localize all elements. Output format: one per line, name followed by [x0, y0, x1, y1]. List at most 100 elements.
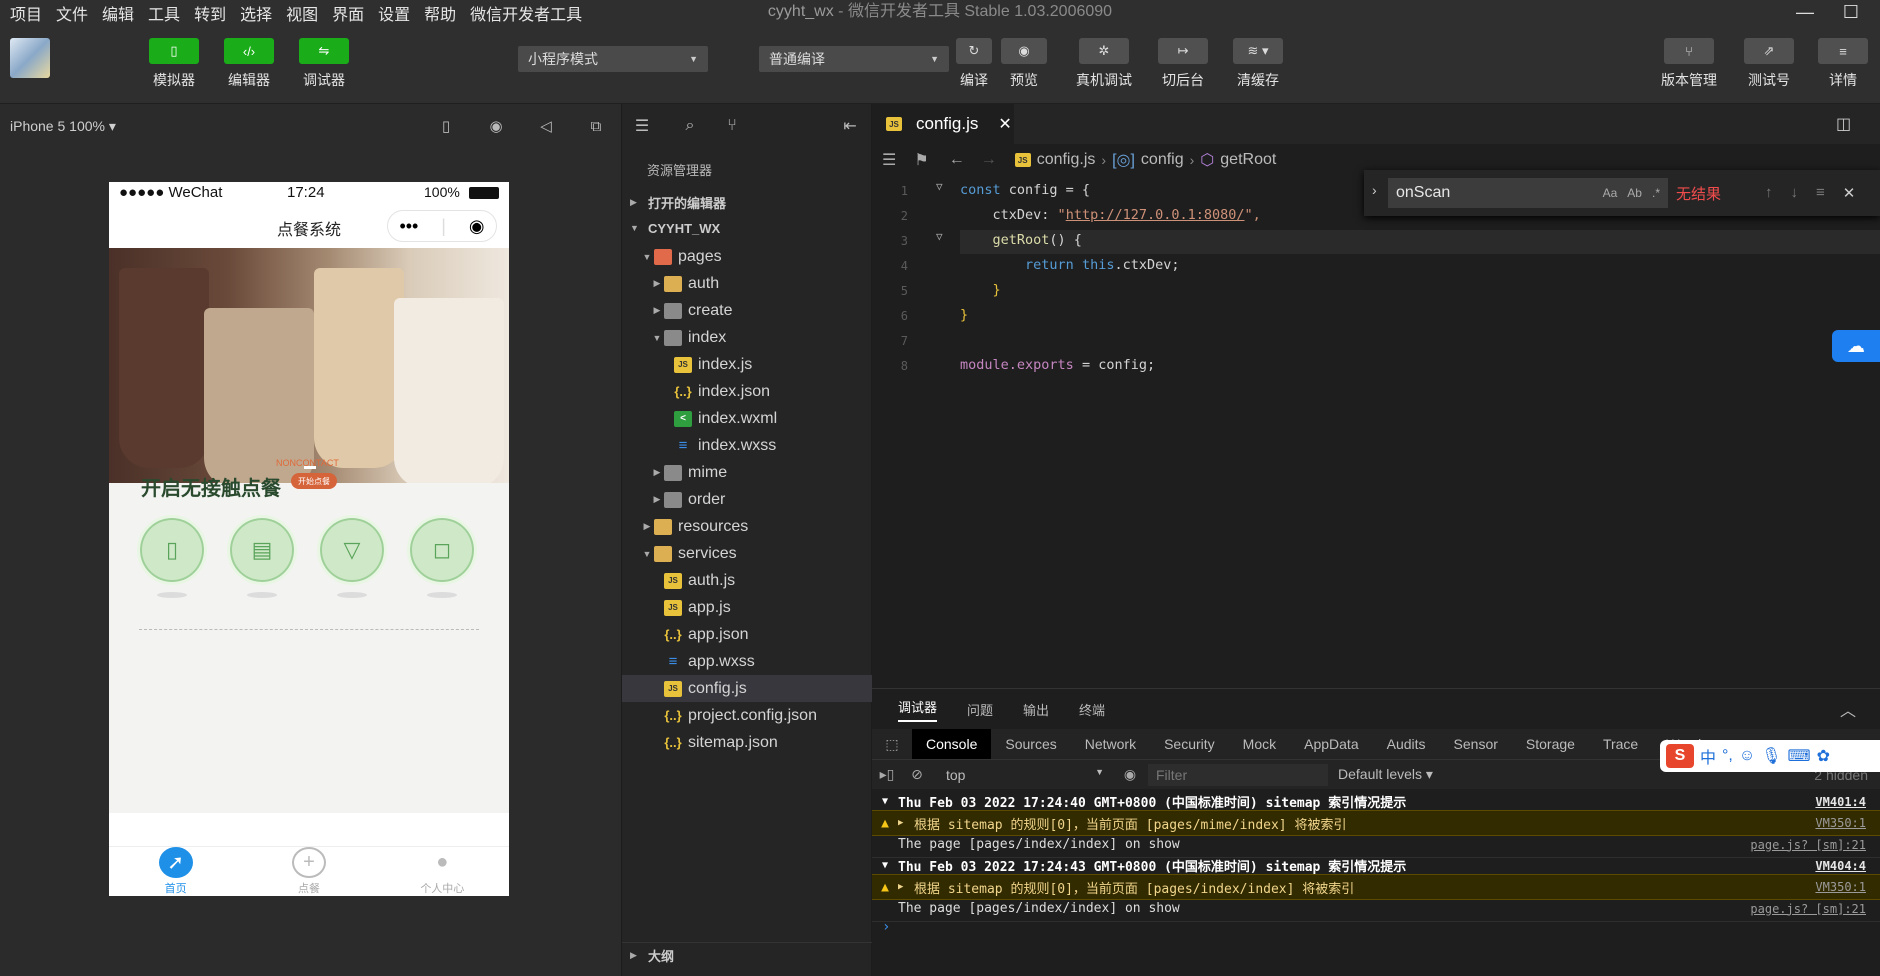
- breadcrumb-symbol[interactable]: config: [1141, 151, 1184, 169]
- menu-file[interactable]: 文件: [56, 1, 88, 25]
- log-source-link[interactable]: VM350:1: [1815, 816, 1866, 830]
- fold-icon[interactable]: ▽: [936, 230, 943, 243]
- real-debug-button[interactable]: ✲ 真机调试: [1069, 38, 1139, 90]
- debugger-button[interactable]: ⇋ 调试器: [289, 38, 359, 90]
- tree-file-index-json[interactable]: {..} index.json: [622, 378, 872, 405]
- tree-file-auth-js[interactable]: JS auth.js: [622, 567, 872, 594]
- tree-file-index-wxss[interactable]: ≡ index.wxss: [622, 432, 872, 459]
- tab-home[interactable]: ➚ 首页: [109, 847, 242, 896]
- levels-select[interactable]: Default levels ▾: [1338, 766, 1433, 783]
- tab-sources[interactable]: Sources: [991, 729, 1070, 759]
- tab-order[interactable]: + 点餐: [242, 847, 375, 896]
- back-icon[interactable]: ←: [949, 151, 965, 169]
- close-mini-icon[interactable]: ◉: [469, 216, 485, 237]
- tab-appdata[interactable]: AppData: [1290, 729, 1372, 759]
- tree-file-app-js[interactable]: JS app.js: [622, 594, 872, 621]
- tree-file-index-wxml[interactable]: < index.wxml: [622, 405, 872, 432]
- tab-profile[interactable]: ● 个人中心: [376, 847, 509, 896]
- menu-wechat-devtools[interactable]: 微信开发者工具: [470, 1, 582, 25]
- tab-output[interactable]: 输出: [1023, 700, 1049, 719]
- menu-goto[interactable]: 转到: [194, 1, 226, 25]
- menu-settings[interactable]: 设置: [378, 1, 410, 25]
- window-icon[interactable]: ⧉: [586, 116, 606, 136]
- tab-mock[interactable]: Mock: [1229, 729, 1290, 759]
- cloud-icon[interactable]: ☁: [1832, 330, 1880, 362]
- menu-edit[interactable]: 编辑: [102, 1, 134, 25]
- preview-button[interactable]: ◉ 预览: [989, 38, 1059, 90]
- maximize-icon[interactable]: ☐: [1828, 0, 1874, 24]
- tree-file-index-js[interactable]: JS index.js: [622, 351, 872, 378]
- tab-problems[interactable]: 问题: [967, 700, 993, 719]
- version-button[interactable]: ⑂ 版本管理: [1654, 38, 1724, 90]
- sogou-logo-icon[interactable]: S: [1666, 744, 1694, 768]
- punctuation-icon[interactable]: °,: [1722, 747, 1733, 765]
- close-icon[interactable]: ✕: [1843, 184, 1856, 202]
- regex-icon[interactable]: .*: [1652, 186, 1660, 200]
- keyboard-icon[interactable]: ⌨: [1788, 746, 1811, 766]
- phone-icon[interactable]: ▯: [436, 116, 456, 136]
- more-icon[interactable]: •••: [399, 216, 418, 237]
- log-source-link[interactable]: page.js? [sm]:21: [1750, 902, 1866, 916]
- tab-debugger[interactable]: 调试器: [898, 697, 938, 722]
- open-editors-section[interactable]: ▶ 打开的编辑器: [622, 189, 872, 215]
- tree-file-config-js[interactable]: JS config.js: [622, 675, 872, 702]
- tab-audits[interactable]: Audits: [1373, 729, 1440, 759]
- log-source-link[interactable]: page.js? [sm]:21: [1750, 838, 1866, 852]
- tab-config-js[interactable]: JS config.js ✕: [872, 104, 1014, 144]
- tree-file-sitemap[interactable]: {..} sitemap.json: [622, 729, 872, 756]
- filter-input[interactable]: Filter: [1148, 763, 1328, 786]
- split-editor-icon[interactable]: ◫: [1836, 114, 1851, 134]
- device-select[interactable]: iPhone 5 100% ▾: [10, 118, 116, 135]
- menu-project[interactable]: 项目: [10, 1, 42, 25]
- outline-section[interactable]: ▶ 大纲: [622, 942, 872, 968]
- sidebar-toggle-icon[interactable]: ▸▯: [872, 766, 902, 783]
- tree-folder-order[interactable]: ▶ order: [622, 486, 872, 513]
- fold-icon[interactable]: ▽: [936, 180, 943, 193]
- simulator-button[interactable]: ▯ 模拟器: [139, 38, 209, 90]
- editor-button[interactable]: ‹/› 编辑器: [214, 38, 284, 90]
- tab-security[interactable]: Security: [1150, 729, 1229, 759]
- skin-icon[interactable]: ✿: [1817, 746, 1830, 766]
- bookmark-icon[interactable]: ⚑: [914, 150, 928, 170]
- chevron-up-icon[interactable]: ︿: [1840, 697, 1856, 721]
- tree-file-app-json[interactable]: {..} app.json: [622, 621, 872, 648]
- tab-network[interactable]: Network: [1071, 729, 1150, 759]
- whole-word-icon[interactable]: Ab: [1627, 186, 1642, 200]
- volume-icon[interactable]: ◁: [536, 116, 556, 136]
- code-area[interactable]: 1 2 3 4 5 6 7 8 ▽ ▽ const config = { ctx…: [872, 176, 1880, 688]
- context-select[interactable]: top ▼: [932, 767, 1112, 783]
- log-source-link[interactable]: VM401:4: [1815, 795, 1866, 809]
- arrow-up-icon[interactable]: ↑: [1765, 184, 1773, 202]
- compile-select[interactable]: 普通编译 ▼: [759, 46, 949, 72]
- avatar[interactable]: [10, 38, 50, 78]
- search-icon[interactable]: ⌕: [680, 116, 700, 136]
- console-prompt[interactable]: ›: [882, 919, 890, 935]
- branch-icon[interactable]: ⑂: [722, 116, 742, 136]
- tab-trace[interactable]: Trace: [1589, 729, 1652, 759]
- menu-interface[interactable]: 界面: [332, 1, 364, 25]
- project-section[interactable]: ▼ CYYHT_WX: [622, 215, 872, 241]
- menu-tools[interactable]: 工具: [148, 1, 180, 25]
- tree-folder-pages[interactable]: ▼ pages: [622, 243, 872, 270]
- background-button[interactable]: ↦ 切后台: [1148, 38, 1218, 90]
- tree-folder-create[interactable]: ▶ create: [622, 297, 872, 324]
- tab-storage[interactable]: Storage: [1512, 729, 1589, 759]
- tab-terminal[interactable]: 终端: [1079, 700, 1105, 719]
- eye-icon[interactable]: ◉: [1112, 766, 1148, 783]
- emoji-icon[interactable]: ☺: [1739, 747, 1755, 765]
- minimize-icon[interactable]: —: [1782, 0, 1828, 24]
- arrow-down-icon[interactable]: ↓: [1791, 184, 1799, 202]
- clear-cache-button[interactable]: ≋ ▾ 清缓存: [1223, 38, 1293, 90]
- capsule-menu[interactable]: ••• | ◉: [387, 210, 497, 242]
- menu-view[interactable]: 视图: [286, 1, 318, 25]
- details-button[interactable]: ≡ 详情: [1808, 38, 1878, 90]
- tree-file-app-wxss[interactable]: ≡ app.wxss: [622, 648, 872, 675]
- menu-help[interactable]: 帮助: [424, 1, 456, 25]
- close-icon[interactable]: ✕: [998, 114, 1011, 134]
- ime-mode[interactable]: 中: [1700, 744, 1716, 768]
- forward-icon[interactable]: →: [981, 151, 997, 169]
- find-input[interactable]: onScan Aa Ab .*: [1388, 178, 1668, 208]
- list-icon[interactable]: ☰: [882, 150, 896, 170]
- chevron-right-icon[interactable]: ›: [1372, 182, 1377, 198]
- list-icon[interactable]: ☰: [632, 116, 652, 136]
